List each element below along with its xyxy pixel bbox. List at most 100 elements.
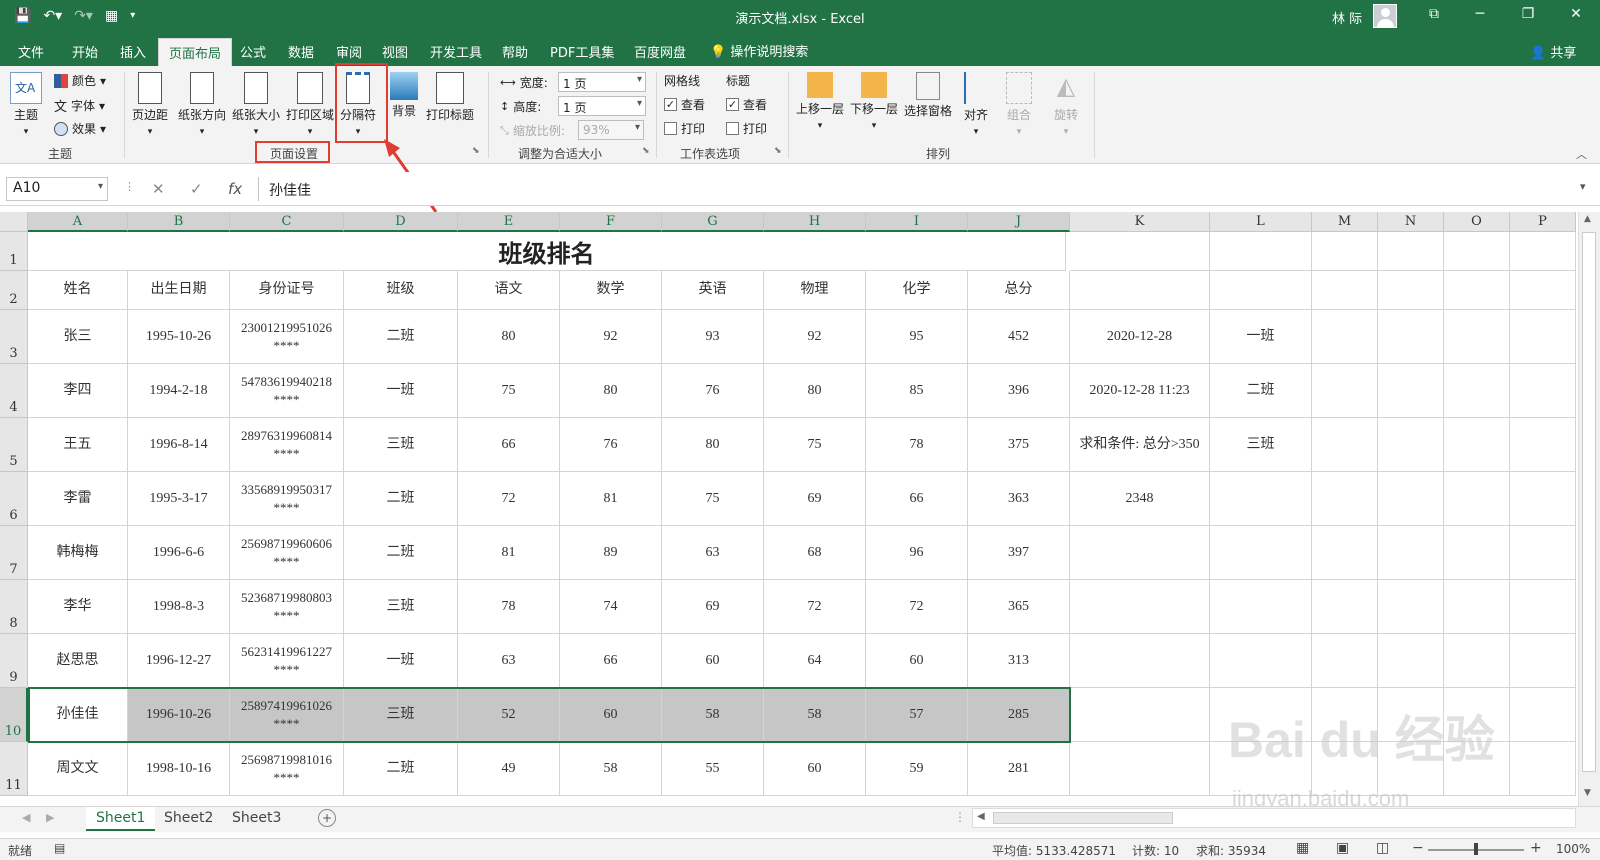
- empty-cell[interactable]: [1510, 472, 1576, 526]
- headings-view-checkbox[interactable]: ✓ 查看: [726, 96, 767, 113]
- column-label-cell[interactable]: 英语: [662, 271, 764, 310]
- gridlines-view-checkbox[interactable]: ✓ 查看: [664, 96, 705, 113]
- empty-cell[interactable]: [1312, 634, 1378, 688]
- row-header[interactable]: 3: [0, 310, 28, 364]
- chinese-score-cell[interactable]: 81: [458, 526, 560, 580]
- class-list-cell[interactable]: [1210, 634, 1312, 688]
- close-icon[interactable]: ✕: [1566, 6, 1586, 22]
- physics-score-cell[interactable]: 60: [764, 742, 866, 796]
- collapse-ribbon-icon[interactable]: ︿: [1576, 146, 1587, 162]
- empty-cell[interactable]: [1510, 634, 1576, 688]
- physics-score-cell[interactable]: 92: [764, 310, 866, 364]
- math-score-cell[interactable]: 81: [560, 472, 662, 526]
- avatar[interactable]: [1373, 4, 1397, 28]
- column-header[interactable]: C: [230, 212, 344, 232]
- birth-date-cell[interactable]: 1995-10-26: [128, 310, 230, 364]
- id-cell[interactable]: 33568919950317 ****: [230, 472, 344, 526]
- margins-button[interactable]: 页边距 ▾: [132, 72, 168, 137]
- next-sheet-icon[interactable]: ▶: [46, 811, 54, 824]
- chemistry-score-cell[interactable]: 85: [866, 364, 968, 418]
- id-cell[interactable]: 25698719981016 ****: [230, 742, 344, 796]
- send-backward-button[interactable]: 下移一层 ▾: [850, 72, 898, 131]
- page-setup-launcher-icon[interactable]: ⬊: [472, 146, 480, 156]
- prev-sheet-icon[interactable]: ◀: [22, 811, 30, 824]
- height-select[interactable]: 1 页: [558, 96, 646, 116]
- column-header[interactable]: P: [1510, 212, 1576, 232]
- restore-icon[interactable]: ❐: [1518, 6, 1538, 22]
- row-header[interactable]: 7: [0, 526, 28, 580]
- row-header[interactable]: 8: [0, 580, 28, 634]
- class-list-cell[interactable]: [1210, 472, 1312, 526]
- english-score-cell[interactable]: 69: [662, 580, 764, 634]
- orientation-button[interactable]: 纸张方向 ▾: [178, 72, 226, 137]
- total-score-cell[interactable]: 397: [968, 526, 1070, 580]
- row-header[interactable]: 9: [0, 634, 28, 688]
- birth-date-cell[interactable]: 1995-3-17: [128, 472, 230, 526]
- empty-cell[interactable]: [1510, 310, 1576, 364]
- class-list-cell[interactable]: 一班: [1210, 310, 1312, 364]
- print-area-button[interactable]: 打印区域 ▾: [286, 72, 334, 137]
- group-button[interactable]: 组合 ▾: [1006, 72, 1032, 137]
- column-label-cell[interactable]: 出生日期: [128, 271, 230, 310]
- empty-cell[interactable]: [1378, 634, 1444, 688]
- colors-button[interactable]: 颜色 ▾: [54, 72, 106, 89]
- empty-cell[interactable]: [1510, 271, 1576, 310]
- empty-cell[interactable]: [1510, 232, 1576, 271]
- math-score-cell[interactable]: 80: [560, 364, 662, 418]
- zoom-out-icon[interactable]: −: [1412, 840, 1424, 856]
- empty-cell[interactable]: [1312, 472, 1378, 526]
- birth-date-cell[interactable]: 1998-10-16: [128, 742, 230, 796]
- note-cell[interactable]: 求和条件: 总分>350: [1070, 418, 1210, 472]
- total-score-cell[interactable]: 396: [968, 364, 1070, 418]
- empty-cell[interactable]: [1444, 472, 1510, 526]
- class-cell[interactable]: 一班: [344, 634, 458, 688]
- empty-cell[interactable]: [1378, 271, 1444, 310]
- empty-cell[interactable]: [1510, 580, 1576, 634]
- column-label-cell[interactable]: 数学: [560, 271, 662, 310]
- zoom-in-icon[interactable]: +: [1530, 840, 1542, 856]
- class-list-cell[interactable]: 三班: [1210, 418, 1312, 472]
- empty-cell[interactable]: [1378, 526, 1444, 580]
- chinese-score-cell[interactable]: 80: [458, 310, 560, 364]
- total-score-cell[interactable]: 313: [968, 634, 1070, 688]
- note-cell[interactable]: 2020-12-28 11:23: [1070, 364, 1210, 418]
- english-score-cell[interactable]: 63: [662, 526, 764, 580]
- physics-score-cell[interactable]: 75: [764, 418, 866, 472]
- empty-cell[interactable]: [1312, 364, 1378, 418]
- class-list-cell[interactable]: [1210, 526, 1312, 580]
- empty-cell[interactable]: [1444, 580, 1510, 634]
- horizontal-scrollbar[interactable]: ◀: [972, 808, 1576, 828]
- column-label-cell[interactable]: 语文: [458, 271, 560, 310]
- print-titles-button[interactable]: 打印标题: [426, 72, 474, 123]
- empty-cell[interactable]: [1510, 742, 1576, 796]
- scale-input[interactable]: 93%: [578, 120, 644, 140]
- column-header[interactable]: H: [764, 212, 866, 232]
- tab-formulas[interactable]: 公式: [240, 42, 266, 61]
- column-header[interactable]: L: [1210, 212, 1312, 232]
- sheet-tab-1[interactable]: Sheet1: [86, 807, 156, 831]
- vertical-scroll-thumb[interactable]: [1582, 232, 1596, 772]
- english-score-cell[interactable]: 80: [662, 418, 764, 472]
- expand-formula-icon[interactable]: ▾: [1580, 180, 1586, 193]
- name-cell[interactable]: 李雷: [28, 472, 128, 526]
- class-cell[interactable]: 一班: [344, 364, 458, 418]
- zoom-level[interactable]: 100%: [1556, 842, 1590, 856]
- formula-bar-options-icon[interactable]: ⋮: [124, 180, 135, 193]
- row-header[interactable]: 6: [0, 472, 28, 526]
- id-cell[interactable]: 54783619940218 ****: [230, 364, 344, 418]
- physics-score-cell[interactable]: 64: [764, 634, 866, 688]
- name-cell[interactable]: 王五: [28, 418, 128, 472]
- chinese-score-cell[interactable]: 49: [458, 742, 560, 796]
- chemistry-score-cell[interactable]: 66: [866, 472, 968, 526]
- add-sheet-icon[interactable]: +: [318, 809, 336, 827]
- tab-baidu-netdisk[interactable]: 百度网盘: [634, 42, 686, 61]
- normal-view-icon[interactable]: ▦: [1296, 840, 1309, 856]
- english-score-cell[interactable]: 60: [662, 634, 764, 688]
- class-cell[interactable]: 三班: [344, 580, 458, 634]
- scroll-left-icon[interactable]: ◀: [977, 811, 985, 822]
- column-header[interactable]: N: [1378, 212, 1444, 232]
- english-score-cell[interactable]: 75: [662, 472, 764, 526]
- english-score-cell[interactable]: 76: [662, 364, 764, 418]
- empty-cell[interactable]: [1312, 580, 1378, 634]
- name-box[interactable]: A10: [6, 177, 108, 201]
